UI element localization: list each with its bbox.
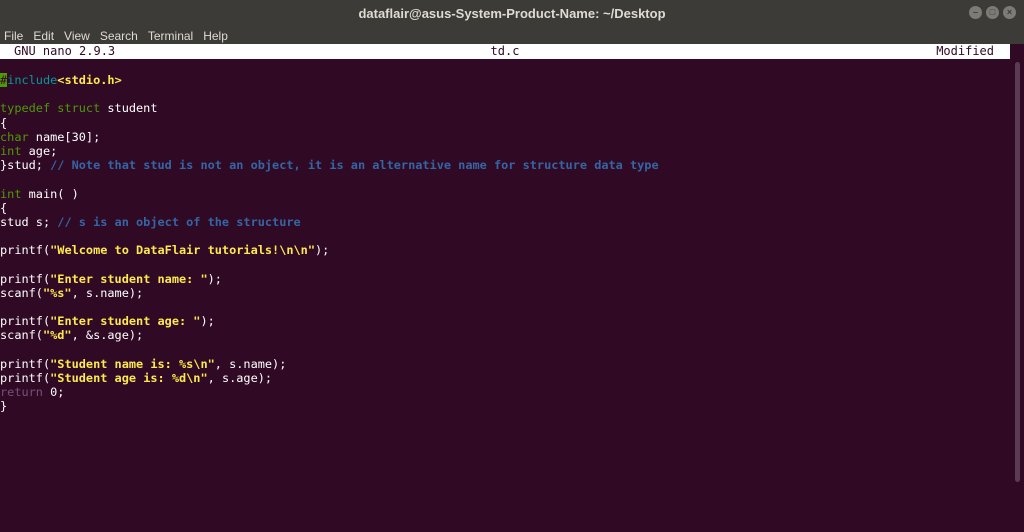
code-token: , s.name); <box>214 356 287 371</box>
code-token: <stdio.h> <box>57 73 122 87</box>
nano-header: GNU nano 2.9.3 td.c Modified <box>0 44 1010 59</box>
menu-search[interactable]: Search <box>96 26 144 44</box>
code-token: "Student name is: %s\n" <box>50 356 215 371</box>
code-token: return <box>0 385 43 400</box>
code-token: , s.name); <box>71 285 144 300</box>
close-icon[interactable]: × <box>1003 6 1016 19</box>
code-token: main( ) <box>21 186 79 201</box>
code-token: int <box>0 186 22 201</box>
code-line: { <box>0 116 1008 130</box>
code-token: printf( <box>0 243 51 258</box>
menu-file[interactable]: File <box>0 26 29 44</box>
code-line: printf("Enter student age: "); <box>0 314 1008 328</box>
code-token: "Enter student age: " <box>50 314 201 329</box>
code-token: char <box>0 129 29 144</box>
code-line: char name[30]; <box>0 130 1008 144</box>
menu-bar: File Edit View Search Terminal Help <box>0 26 1024 44</box>
code-token: // Note that stud is not an object, it i… <box>50 158 659 173</box>
menu-help[interactable]: Help <box>199 26 234 44</box>
code-token: ); <box>207 271 222 286</box>
menu-view[interactable]: View <box>60 26 96 44</box>
code-token: "%s" <box>42 285 72 300</box>
code-line: stud s; // s is an object of the structu… <box>0 215 1008 229</box>
code-line: printf("Student name is: %s\n", s.name); <box>0 357 1008 371</box>
code-token: } <box>0 399 8 414</box>
code-line: }stud; // Note that stud is not an objec… <box>0 158 1008 172</box>
window-title: dataflair@asus-System-Product-Name: ~/De… <box>358 6 666 21</box>
window-titlebar[interactable]: dataflair@asus-System-Product-Name: ~/De… <box>0 0 1024 26</box>
code-token: "%d" <box>42 328 72 343</box>
code-token: printf( <box>0 314 51 329</box>
code-line: printf("Welcome to DataFlair tutorials!\… <box>0 243 1008 257</box>
code-token: include <box>7 73 58 87</box>
maximize-icon[interactable]: □ <box>986 6 999 19</box>
code-line: typedef struct student <box>0 101 1008 115</box>
code-line: printf("Student age is: %d\n", s.age); <box>0 371 1008 385</box>
code-token: stud s; <box>0 214 58 229</box>
menu-edit[interactable]: Edit <box>29 26 60 44</box>
code-line: } <box>0 399 1008 413</box>
nano-filename: td.c <box>490 44 520 58</box>
code-token: typedef struct <box>0 101 101 116</box>
code-token: "Enter student name: " <box>50 271 208 286</box>
code-token: ); <box>315 243 330 258</box>
code-token: , &s.age); <box>71 328 144 343</box>
menu-terminal[interactable]: Terminal <box>144 26 199 44</box>
code-line: scanf("%d", &s.age); <box>0 328 1008 342</box>
code-token: printf( <box>0 271 51 286</box>
code-token: }stud; <box>0 158 51 173</box>
code-token: int <box>0 143 22 158</box>
code-token: scanf( <box>0 328 43 343</box>
code-token: printf( <box>0 356 51 371</box>
code-token: "Student age is: %d\n" <box>50 370 208 385</box>
window-controls: – □ × <box>969 6 1016 19</box>
code-token: , s.age); <box>207 370 273 385</box>
code-token: ); <box>200 314 215 329</box>
code-editor[interactable]: #include<stdio.h> typedef struct student{… <box>0 73 1008 414</box>
code-line: printf("Enter student name: "); <box>0 272 1008 286</box>
code-line: scanf("%s", s.name); <box>0 286 1008 300</box>
code-token: student <box>100 101 158 116</box>
code-token: // s is an object of the structure <box>57 214 301 229</box>
code-token: "Welcome to DataFlair tutorials!\n\n" <box>50 243 315 258</box>
scrollbar-thumb[interactable] <box>1015 62 1020 482</box>
code-token: scanf( <box>0 285 43 300</box>
nano-status: Modified <box>936 44 994 58</box>
code-token: 0; <box>42 385 65 400</box>
code-line: #include<stdio.h> <box>0 73 1008 87</box>
code-token: name[30]; <box>28 129 101 144</box>
minimize-icon[interactable]: – <box>969 6 982 19</box>
code-token: { <box>0 200 8 215</box>
code-line: int age; <box>0 144 1008 158</box>
code-line: { <box>0 201 1008 215</box>
code-token: printf( <box>0 370 51 385</box>
code-line: return 0; <box>0 385 1008 399</box>
code-token: { <box>0 115 8 130</box>
code-token: age; <box>21 143 58 158</box>
code-line: int main( ) <box>0 187 1008 201</box>
